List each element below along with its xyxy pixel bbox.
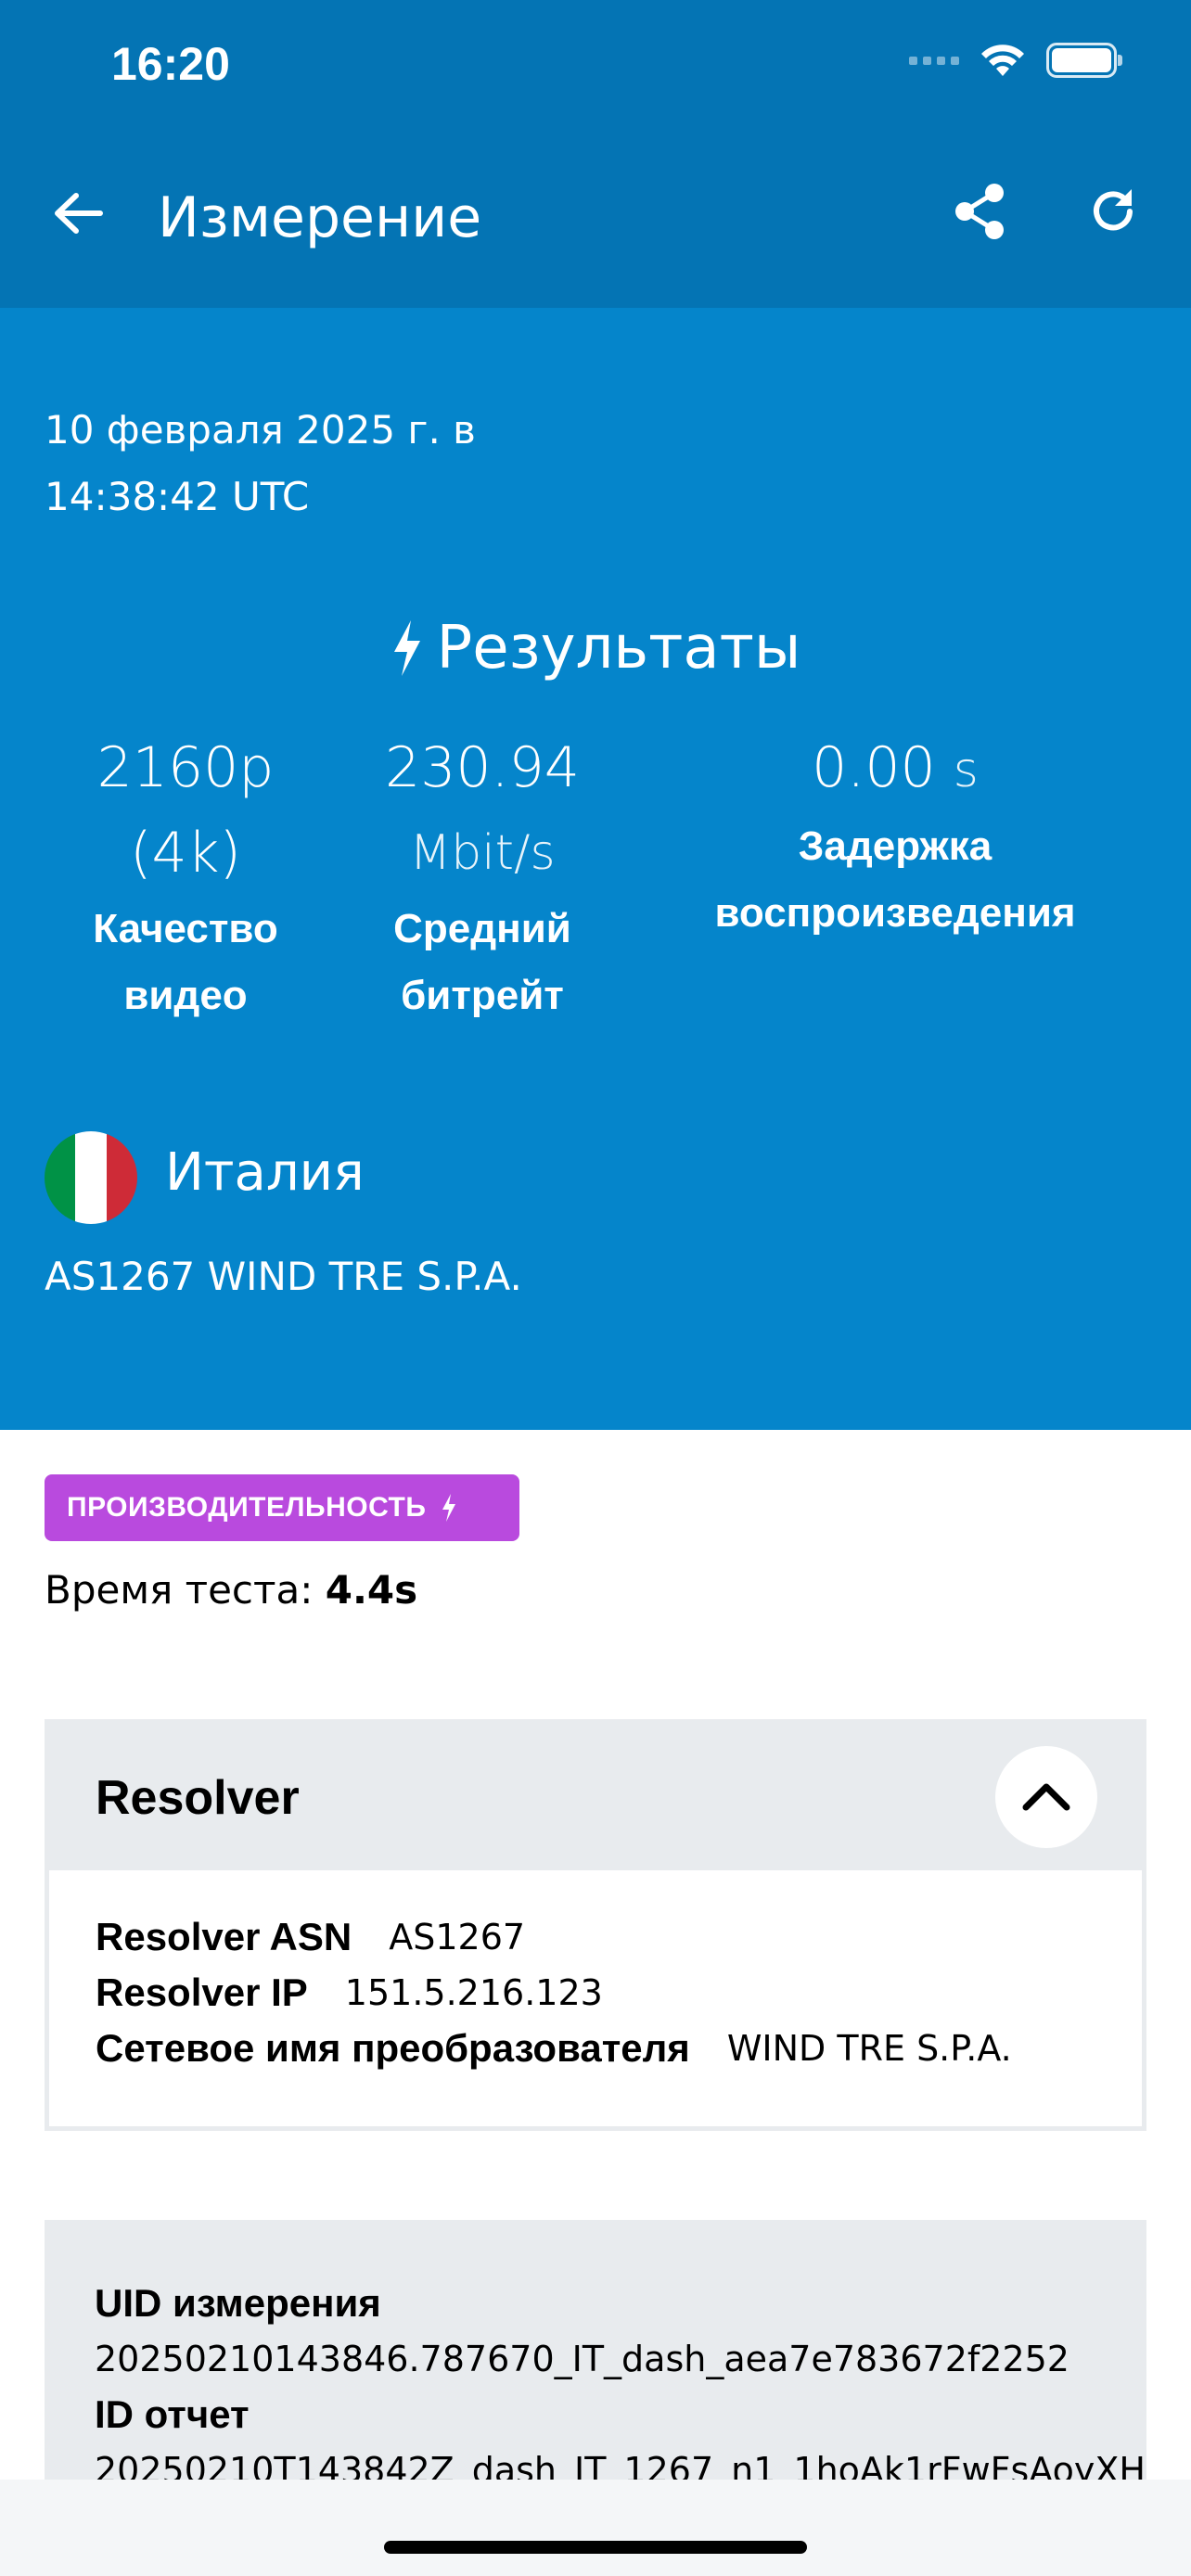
lightning-icon (442, 1494, 456, 1522)
status-time: 16:20 (111, 38, 230, 90)
bottom-safe-area (0, 2480, 1191, 2576)
metric-value: 2160p (4k) (96, 735, 275, 886)
metric-value: 0.00 (812, 735, 936, 800)
measurement-date: 10 февраля 2025 г. в 14:38:42 UTC (45, 407, 476, 519)
resolver-card: Resolver Resolver ASN AS1267 Resolver IP… (45, 1719, 1146, 2131)
resolver-row: Resolver ASN AS1267 (96, 1909, 1012, 1965)
test-time: Время теста: 4.4s (45, 1567, 417, 1613)
metric-label: Задержка воспроизведения (714, 823, 1076, 936)
page-title: Измерение (158, 185, 482, 250)
chevron-up-icon (1022, 1783, 1070, 1811)
results-heading: Результаты (0, 614, 1191, 682)
status-bar: 16:20 (0, 0, 1191, 132)
arrow-left-icon (55, 193, 103, 234)
metric-value: 230.94 (385, 735, 580, 800)
uid-value: 20250210143846.787670_IT_dash_aea7e78367… (95, 2339, 1069, 2379)
row-key: Resolver IP (96, 1970, 308, 2014)
metric-unit: s (953, 743, 979, 798)
back-button[interactable] (41, 176, 115, 250)
test-time-label: Время теста: (45, 1567, 314, 1613)
metric-playback-delay: 0.00 s Задержка воспроизведения (686, 725, 1104, 947)
lightning-icon (393, 620, 420, 676)
italy-flag-icon (45, 1131, 137, 1224)
results-hero: 10 февраля 2025 г. в 14:38:42 UTC Резуль… (0, 308, 1191, 1430)
share-button[interactable] (942, 174, 1017, 249)
resolver-details: Resolver ASN AS1267 Resolver IP 151.5.21… (96, 1909, 1012, 2076)
resolver-row: Resolver IP 151.5.216.123 (96, 1965, 1012, 2021)
share-icon (955, 184, 1004, 239)
row-value: AS1267 (389, 1917, 526, 1958)
metric-bitrate: 230.94 Mbit/s Средний битрейт (352, 725, 612, 1029)
results-title: Результаты (436, 614, 801, 682)
metric-unit: Mbit/s (409, 825, 556, 881)
uid-label: UID измерения (95, 2281, 381, 2325)
resolver-title: Resolver (96, 1771, 300, 1825)
collapse-button[interactable] (995, 1746, 1097, 1848)
battery-icon (1046, 43, 1122, 78)
measurement-ids: UID измерения 20250210143846.787670_IT_d… (95, 2276, 1146, 2498)
app-bar: Измерение (0, 132, 1191, 308)
refresh-button[interactable] (1076, 174, 1150, 249)
metric-label: Качество видео (93, 906, 278, 1018)
row-key: Resolver ASN (96, 1915, 352, 1958)
test-time-value: 4.4s (325, 1567, 418, 1613)
cellular-signal-icon (909, 56, 959, 65)
report-id-label: ID отчет (95, 2392, 250, 2436)
network-name: AS1267 WIND TRE S.P.A. (45, 1254, 522, 1299)
country-name: Италия (165, 1142, 365, 1203)
home-indicator[interactable] (384, 2541, 807, 2554)
row-key: Сетевое имя преобразователя (96, 2026, 690, 2070)
badge-label: ПРОИЗВОДИТЕЛЬНОСТЬ (67, 1492, 427, 1523)
resolver-row: Сетевое имя преобразователя WIND TRE S.P… (96, 2021, 1012, 2076)
status-icons (909, 43, 1122, 78)
row-value: 151.5.216.123 (344, 1972, 603, 2013)
performance-badge: ПРОИЗВОДИТЕЛЬНОСТЬ (45, 1474, 519, 1541)
metric-video-quality: 2160p (4k) Качество видео (56, 725, 315, 1029)
refresh-icon (1094, 189, 1133, 231)
resolver-card-header[interactable]: Resolver (49, 1724, 1142, 1870)
row-value: WIND TRE S.P.A. (726, 2028, 1012, 2069)
wifi-icon (981, 45, 1024, 76)
metric-value-row: 0.00 s (686, 725, 1104, 813)
metric-label: Средний битрейт (393, 906, 571, 1018)
